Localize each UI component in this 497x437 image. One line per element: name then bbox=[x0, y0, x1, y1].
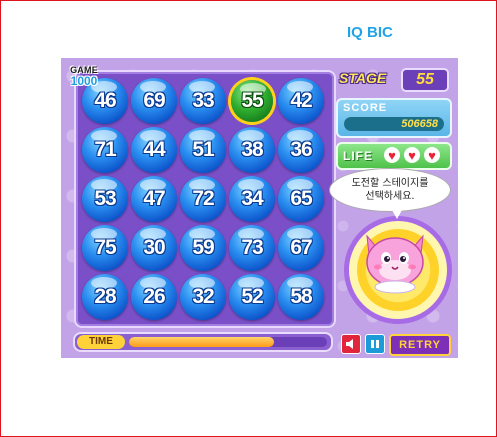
game-window: GAME 1000 46 69 33 55 42 71 44 51 38 36 53 47 72 34 65… bbox=[61, 58, 458, 358]
heart-icon: ♥ bbox=[384, 147, 400, 163]
number-ball[interactable]: 42 bbox=[278, 78, 324, 124]
stage-label: STAGE bbox=[339, 70, 387, 86]
number-ball[interactable]: 71 bbox=[82, 127, 128, 173]
pause-button[interactable] bbox=[365, 334, 385, 354]
number-ball[interactable]: 75 bbox=[82, 225, 128, 271]
logo-text-number: 1000 bbox=[70, 73, 98, 88]
number-ball[interactable]: 58 bbox=[278, 274, 324, 320]
number-ball[interactable]: 51 bbox=[180, 127, 226, 173]
ball-number: 44 bbox=[143, 138, 165, 161]
number-board: 46 69 33 55 42 71 44 51 38 36 53 47 72 34 65 75 30 59 73 67… bbox=[74, 70, 336, 328]
number-ball[interactable]: 52 bbox=[229, 274, 275, 320]
ball-number: 52 bbox=[241, 285, 263, 308]
time-label: TIME bbox=[77, 335, 125, 349]
life-panel: LIFE ♥ ♥ ♥ bbox=[336, 142, 452, 170]
number-ball[interactable]: 44 bbox=[131, 127, 177, 173]
ball-number: 72 bbox=[192, 187, 214, 210]
heart-icon: ♥ bbox=[424, 147, 440, 163]
page-title: IQ BIC bbox=[347, 24, 393, 41]
ball-number: 28 bbox=[94, 285, 116, 308]
number-ball[interactable]: 53 bbox=[82, 176, 128, 222]
number-ball[interactable]: 33 bbox=[180, 78, 226, 124]
number-ball[interactable]: 73 bbox=[229, 225, 275, 271]
score-panel: SCORE 506658 bbox=[336, 98, 452, 138]
ball-number: 69 bbox=[143, 89, 165, 112]
number-ball[interactable]: 32 bbox=[180, 274, 226, 320]
ball-number: 34 bbox=[241, 187, 263, 210]
ball-number: 51 bbox=[192, 138, 214, 161]
ball-number: 46 bbox=[94, 89, 116, 112]
ball-number: 42 bbox=[290, 89, 312, 112]
ball-number: 53 bbox=[94, 187, 116, 210]
number-ball[interactable]: 34 bbox=[229, 176, 275, 222]
number-ball[interactable]: 72 bbox=[180, 176, 226, 222]
ball-number: 26 bbox=[143, 285, 165, 308]
pink-mascot-icon bbox=[366, 234, 424, 294]
number-ball[interactable]: 36 bbox=[278, 127, 324, 173]
ball-number: 38 bbox=[241, 138, 263, 161]
life-label: LIFE bbox=[343, 149, 373, 163]
number-ball[interactable]: 30 bbox=[131, 225, 177, 271]
ball-number: 55 bbox=[241, 89, 263, 112]
number-ball[interactable]: 47 bbox=[131, 176, 177, 222]
score-label: SCORE bbox=[343, 102, 388, 114]
score-value: 506658 bbox=[344, 117, 444, 131]
speaker-icon bbox=[346, 339, 353, 349]
ball-number: 67 bbox=[290, 236, 312, 259]
retry-button[interactable]: RETRY bbox=[389, 334, 451, 356]
heart-icon: ♥ bbox=[404, 147, 420, 163]
number-ball[interactable]: 59 bbox=[180, 225, 226, 271]
speech-bubble: 도전할 스테이지를 선택하세요. bbox=[329, 168, 451, 219]
sound-button[interactable] bbox=[341, 334, 361, 354]
number-ball[interactable]: 26 bbox=[131, 274, 177, 320]
ball-number: 33 bbox=[192, 89, 214, 112]
number-ball[interactable]: 67 bbox=[278, 225, 324, 271]
speech-text: 도전할 스테이지를 선택하세요. bbox=[351, 178, 429, 202]
life-hearts: ♥ ♥ ♥ bbox=[384, 147, 440, 163]
ball-number: 36 bbox=[290, 138, 312, 161]
time-track bbox=[129, 337, 327, 347]
time-bar: TIME bbox=[73, 332, 333, 352]
number-ball[interactable]: 38 bbox=[229, 127, 275, 173]
ball-number: 58 bbox=[290, 285, 312, 308]
ball-grid: 46 69 33 55 42 71 44 51 38 36 53 47 72 34 65 75 30 59 73 67… bbox=[81, 77, 331, 323]
ball-number: 65 bbox=[290, 187, 312, 210]
ball-number: 75 bbox=[94, 236, 116, 259]
ball-number: 32 bbox=[192, 285, 214, 308]
ball-number: 71 bbox=[94, 138, 116, 161]
ball-number: 30 bbox=[143, 236, 165, 259]
number-ball[interactable]: 65 bbox=[278, 176, 324, 222]
ball-number: 47 bbox=[143, 187, 165, 210]
stage-number: 55 bbox=[401, 68, 449, 92]
number-ball[interactable]: 69 bbox=[131, 78, 177, 124]
time-fill bbox=[129, 337, 274, 347]
number-ball-selected[interactable]: 55 bbox=[231, 80, 273, 122]
game-logo: GAME 1000 bbox=[63, 62, 105, 90]
pause-icon bbox=[371, 340, 379, 348]
ball-number: 73 bbox=[241, 236, 263, 259]
ball-number: 59 bbox=[192, 236, 214, 259]
number-ball[interactable]: 28 bbox=[82, 274, 128, 320]
